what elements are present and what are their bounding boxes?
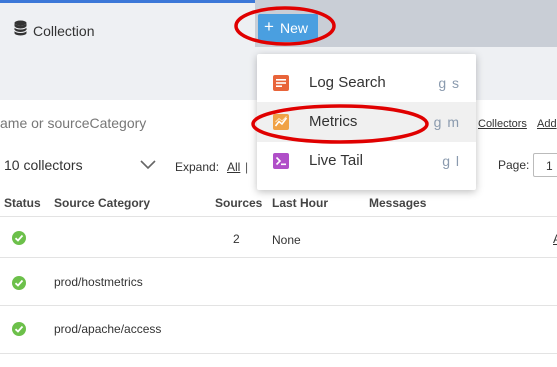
new-button-label: New — [280, 20, 309, 36]
column-header-sources[interactable]: Sources — [215, 196, 262, 210]
live-tail-icon — [273, 153, 289, 169]
divider — [0, 216, 557, 217]
menu-item-label: Live Tail — [309, 152, 363, 169]
sources-cell: 2 — [233, 232, 240, 246]
menu-item-label: Metrics — [309, 113, 358, 130]
menu-item-metrics[interactable]: Metrics g m — [257, 102, 476, 142]
column-header-status[interactable]: Status — [4, 196, 41, 210]
search-input[interactable]: ame or sourceCategory — [0, 115, 146, 131]
metrics-icon — [273, 114, 289, 130]
column-header-source-category[interactable]: Source Category — [54, 196, 150, 210]
menu-item-log-search[interactable]: Log Search g s — [257, 63, 476, 103]
shortcut-hint: g m — [433, 114, 460, 130]
add-link[interactable]: Add — [537, 118, 557, 130]
divider — [0, 353, 557, 354]
source-category-cell: prod/hostmetrics — [54, 275, 143, 289]
divider — [0, 305, 557, 306]
database-icon — [14, 20, 27, 36]
new-dropdown-menu: Log Search g s Metrics g m Live Tail g l — [257, 54, 476, 190]
menu-item-label: Log Search — [309, 74, 386, 91]
column-header-last-hour[interactable]: Last Hour — [272, 196, 328, 210]
page-number-input[interactable]: 1 — [533, 153, 557, 177]
tab-collection[interactable]: Collection — [0, 0, 255, 47]
page-label: Page: — [498, 158, 530, 172]
source-category-cell: prod/apache/access — [54, 322, 162, 336]
chevron-down-icon[interactable] — [140, 158, 156, 170]
expand-all-link[interactable]: All — [227, 160, 240, 174]
log-search-icon — [273, 75, 289, 91]
collectors-select[interactable]: 10 collectors — [4, 157, 83, 173]
new-button[interactable]: + New — [258, 14, 318, 42]
shortcut-hint: g l — [442, 153, 460, 169]
separator: | — [245, 160, 249, 174]
shortcut-hint: g s — [438, 75, 460, 91]
tab-bar: Collection + New — [0, 0, 557, 47]
check-circle-icon — [12, 322, 26, 336]
menu-item-live-tail[interactable]: Live Tail g l — [257, 141, 476, 181]
collectors-link[interactable]: Collectors — [478, 118, 527, 130]
divider — [0, 257, 557, 258]
expand-label: Expand: — [175, 160, 220, 174]
check-circle-icon — [12, 276, 26, 290]
last-hour-cell: None — [272, 233, 301, 247]
plus-icon: + — [264, 17, 274, 36]
column-header-messages[interactable]: Messages — [369, 196, 426, 210]
check-circle-icon — [12, 231, 26, 245]
row-action-link[interactable]: A — [553, 232, 557, 246]
tab-collection-label: Collection — [33, 23, 95, 39]
